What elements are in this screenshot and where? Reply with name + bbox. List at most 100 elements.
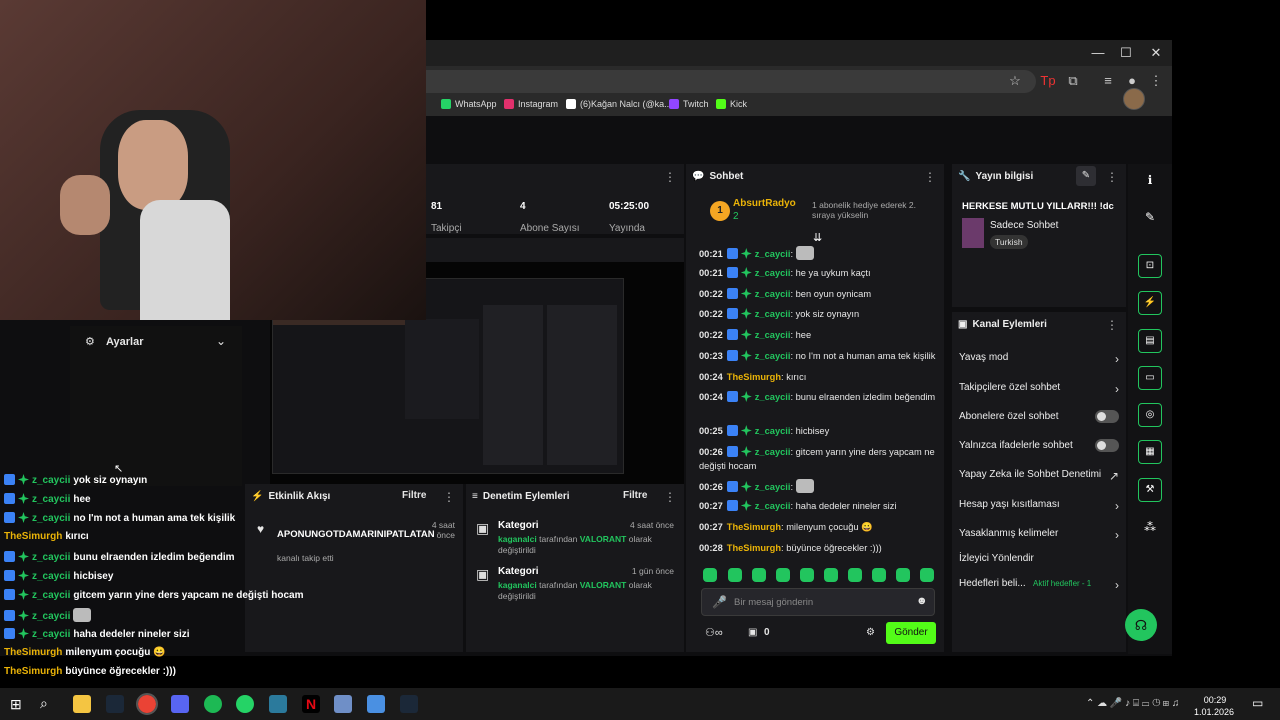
- moderation-item-user[interactable]: kaganalci: [498, 534, 537, 544]
- window-icon[interactable]: ▦: [1138, 440, 1162, 464]
- chrome-icon[interactable]: [136, 693, 158, 715]
- chevron-right-icon[interactable]: ›: [1115, 528, 1119, 542]
- moderation-item-user[interactable]: kaganalci: [498, 580, 537, 590]
- search-icon[interactable]: ⌕: [40, 695, 48, 712]
- quick-emote-icon[interactable]: [776, 568, 790, 582]
- quick-emote-icon[interactable]: [824, 568, 838, 582]
- pinned-user[interactable]: AbsurtRadyo: [733, 198, 796, 209]
- chat-username[interactable]: z_caycii: [755, 501, 791, 511]
- message-icon[interactable]: ▭: [1138, 366, 1162, 390]
- chat-username[interactable]: z_caycii: [755, 309, 791, 319]
- wrench-icon[interactable]: ⚒: [1138, 478, 1162, 502]
- spotify-icon[interactable]: [204, 695, 222, 713]
- star-icon[interactable]: ☆: [1007, 73, 1023, 89]
- scan-icon[interactable]: ⊡: [1138, 254, 1162, 278]
- toggle-switch[interactable]: [1095, 410, 1119, 423]
- lightning-icon[interactable]: ⚡: [1138, 291, 1162, 315]
- chat-username[interactable]: z_caycii: [755, 351, 791, 361]
- chat-username[interactable]: z_caycii: [755, 268, 791, 278]
- window-app-icon[interactable]: [367, 695, 385, 713]
- bookmark-1[interactable]: Instagram: [504, 99, 558, 109]
- channel-action-item[interactable]: Yalnızca ifadelerle sohbet: [959, 439, 1119, 452]
- toggle-switch[interactable]: [1095, 439, 1119, 452]
- netflix-icon[interactable]: N: [302, 695, 320, 713]
- chat-username[interactable]: TheSimurgh: [727, 372, 781, 382]
- quick-emote-icon[interactable]: [896, 568, 910, 582]
- chat-input[interactable]: 🎤 Bir mesaj gönderin ☻: [701, 588, 935, 616]
- close-button[interactable]: ✕: [1142, 44, 1170, 62]
- chevron-right-icon[interactable]: ›: [1115, 578, 1119, 592]
- channel-action-item[interactable]: Abonelere özel sohbet: [959, 410, 1119, 423]
- edit-icon[interactable]: ✎: [1076, 166, 1096, 186]
- chat-username[interactable]: z_caycii: [755, 330, 791, 340]
- kebab-icon[interactable]: ⋮: [1106, 170, 1118, 184]
- kebab-icon[interactable]: ⋮: [924, 170, 936, 184]
- quick-emote-icon[interactable]: [728, 568, 742, 582]
- profile-icon[interactable]: ●: [1124, 73, 1140, 89]
- chevron-right-icon[interactable]: ›: [1115, 382, 1119, 396]
- bookmark-3[interactable]: Twitch: [669, 99, 709, 109]
- whatsapp-icon[interactable]: [236, 695, 254, 713]
- kebab-icon[interactable]: ⋮: [664, 490, 676, 504]
- chevron-right-icon[interactable]: ›: [1115, 352, 1119, 366]
- file-explorer-icon[interactable]: [73, 695, 91, 713]
- menu-icon[interactable]: ⋮: [1148, 73, 1164, 89]
- media-icon[interactable]: ≡: [1100, 73, 1116, 89]
- avatar[interactable]: [1123, 88, 1145, 110]
- channel-action-item[interactable]: İzleyici Yönlendir: [959, 553, 1119, 564]
- clock-time[interactable]: 00:29: [1198, 695, 1232, 705]
- photos-icon[interactable]: [269, 695, 287, 713]
- emoji-icon[interactable]: ☻: [916, 595, 928, 607]
- kebab-icon[interactable]: ⋮: [664, 170, 676, 184]
- chat-username[interactable]: z_caycii: [755, 249, 791, 259]
- puzzle-icon[interactable]: ⧉: [1065, 73, 1081, 89]
- kebab-icon[interactable]: ⋮: [1106, 318, 1118, 332]
- points-icon[interactable]: ⚇∞: [705, 626, 723, 639]
- info-icon[interactable]: ℹ: [1138, 168, 1162, 192]
- chat-username[interactable]: z_caycii: [755, 447, 791, 457]
- chat-username[interactable]: z_caycii: [755, 392, 791, 402]
- channel-action-item[interactable]: Yapay Zeka ile Sohbet Denetimi ↗: [959, 469, 1119, 483]
- channel-action-item[interactable]: Hesap yaşı kısıtlaması ›: [959, 499, 1119, 513]
- activity-user[interactable]: APONUNGOTDAMARINIPATLATAN: [277, 529, 435, 540]
- moderation-filter-button[interactable]: Filtre: [623, 490, 647, 501]
- quick-emote-icon[interactable]: [848, 568, 862, 582]
- notifications-icon[interactable]: ▭: [1252, 696, 1263, 710]
- quick-emote-icon[interactable]: [703, 568, 717, 582]
- maximize-button[interactable]: ☐: [1112, 44, 1140, 62]
- discord-icon[interactable]: [171, 695, 189, 713]
- activity-filter-button[interactable]: Filtre: [402, 490, 426, 501]
- channel-action-item[interactable]: Yasaklanmış kelimeler ›: [959, 528, 1119, 542]
- chat-username[interactable]: z_caycii: [755, 426, 791, 436]
- broadcast-icon[interactable]: ◎: [1138, 403, 1162, 427]
- bookmark-0[interactable]: WhatsApp: [441, 99, 497, 109]
- kebab-icon[interactable]: ⋮: [443, 490, 455, 504]
- chevron-down-icon[interactable]: ⌄: [216, 334, 226, 348]
- quick-emote-icon[interactable]: [800, 568, 814, 582]
- pencil-icon[interactable]: ✎: [1138, 205, 1162, 229]
- language-tag[interactable]: Turkish: [990, 235, 1028, 249]
- send-button[interactable]: Gönder: [886, 622, 936, 644]
- channel-action-item[interactable]: Takipçilere özel sohbet ›: [959, 382, 1119, 396]
- apps-icon[interactable]: ⁂: [1138, 515, 1162, 539]
- external-link-icon[interactable]: ↗: [1109, 469, 1119, 483]
- steam-icon[interactable]: [106, 695, 124, 713]
- gift-icon[interactable]: ▣: [748, 627, 757, 638]
- steam-app-icon[interactable]: [400, 695, 418, 713]
- chat-username[interactable]: TheSimurgh: [727, 522, 781, 532]
- settings-gear-icon[interactable]: ⚙: [866, 627, 875, 638]
- quick-emote-icon[interactable]: [872, 568, 886, 582]
- chat-username[interactable]: z_caycii: [755, 289, 791, 299]
- chat-username[interactable]: z_caycii: [755, 482, 791, 492]
- tray-icons[interactable]: ⌃ ☁ 🎤 ♪ ⌸ ▭ ◷ ⊞ ♫: [1086, 698, 1179, 709]
- channel-action-item[interactable]: Hedefleri beli... Aktif hedefler - 1 ›: [959, 578, 1119, 592]
- scroll-down-icon[interactable]: ⇊: [813, 231, 822, 244]
- chat-username[interactable]: TheSimurgh: [727, 543, 781, 553]
- quick-emote-icon[interactable]: [752, 568, 766, 582]
- channel-action-item[interactable]: Yavaş mod ›: [959, 352, 1119, 366]
- windows-start-icon[interactable]: ⊞: [10, 696, 22, 713]
- app-icon[interactable]: [334, 695, 352, 713]
- bookmark-4[interactable]: Kick: [716, 99, 747, 109]
- chevron-right-icon[interactable]: ›: [1115, 499, 1119, 513]
- support-headset-icon[interactable]: ☊: [1125, 609, 1157, 641]
